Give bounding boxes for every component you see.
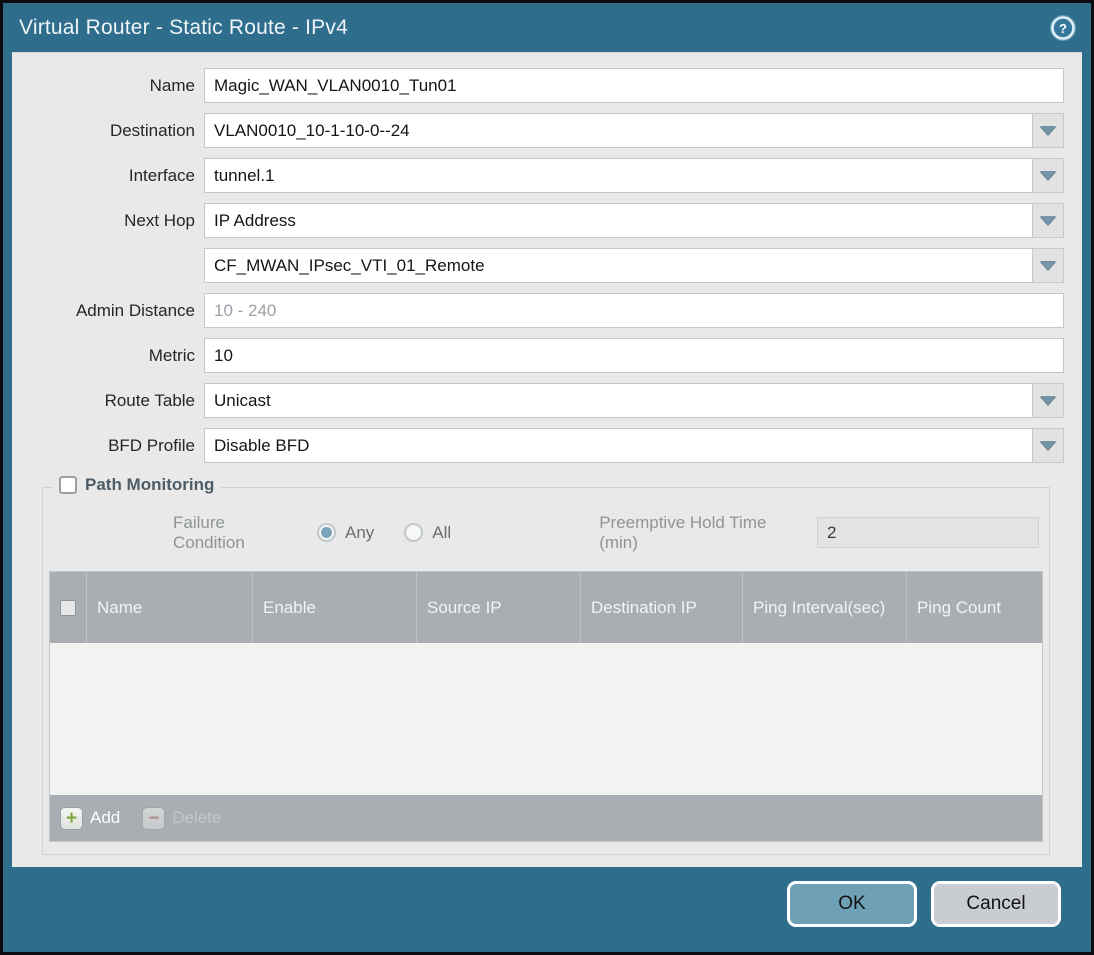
preemptive-hold-time-label: Preemptive Hold Time (min): [599, 512, 767, 552]
radio-all-label: All: [432, 522, 452, 542]
delete-button-label: Delete: [172, 808, 222, 827]
failure-condition-all-radio[interactable]: All: [404, 523, 451, 543]
table-body-empty: [50, 643, 1042, 795]
form-row-metric: Metric: [16, 338, 1064, 373]
bfd-profile-label: BFD Profile: [108, 435, 195, 455]
path-monitoring-checkbox[interactable]: [59, 476, 77, 494]
dialog-window: Virtual Router - Static Route - IPv4 ? N…: [0, 0, 1094, 955]
next-hop-label: Next Hop: [124, 210, 195, 230]
interface-input[interactable]: [204, 158, 1033, 193]
interface-dropdown-button[interactable]: [1033, 158, 1064, 193]
path-monitoring-table: Name Enable Source IP Destination IP Pin…: [49, 571, 1043, 842]
next-hop-dropdown-button[interactable]: [1033, 203, 1064, 238]
title-bar: Virtual Router - Static Route - IPv4 ?: [3, 3, 1091, 52]
path-monitoring-group: Path Monitoring Failure Condition Any Al…: [42, 475, 1050, 855]
dialog-content: Name Destination Interface: [12, 52, 1082, 867]
failure-condition-label: Failure Condition: [173, 512, 245, 552]
name-input[interactable]: [204, 68, 1064, 103]
next-hop-address-dropdown-button[interactable]: [1033, 248, 1064, 283]
chevron-down-icon: [1040, 216, 1056, 225]
column-header-enable: Enable: [252, 572, 416, 643]
admin-distance-input[interactable]: [204, 293, 1064, 328]
form-row-next-hop: Next Hop: [16, 203, 1064, 238]
destination-label: Destination: [109, 120, 195, 140]
route-table-label: Route Table: [104, 390, 195, 410]
metric-label: Metric: [148, 345, 195, 365]
interface-label: Interface: [128, 165, 195, 185]
dialog-title: Virtual Router - Static Route - IPv4: [19, 15, 348, 39]
cancel-button[interactable]: Cancel: [931, 881, 1061, 927]
next-hop-type-input[interactable]: [204, 203, 1033, 238]
add-button-label: Add: [90, 808, 121, 827]
form-row-destination: Destination: [16, 113, 1064, 148]
form-row-bfd-profile: BFD Profile: [16, 428, 1064, 463]
table-header: Name Enable Source IP Destination IP Pin…: [50, 572, 1042, 643]
column-header-source-ip: Source IP: [416, 572, 580, 643]
dialog-footer: OK Cancel: [3, 867, 1091, 952]
dialog-chrome: Virtual Router - Static Route - IPv4 ? N…: [3, 3, 1091, 952]
destination-input[interactable]: [204, 113, 1033, 148]
bfd-profile-input[interactable]: [204, 428, 1033, 463]
path-monitoring-legend: Path Monitoring: [52, 475, 222, 495]
column-header-name: Name: [86, 572, 252, 643]
form-row-name: Name: [16, 68, 1064, 103]
preemptive-hold-time-input[interactable]: [817, 517, 1039, 548]
bfd-profile-dropdown-button[interactable]: [1033, 428, 1064, 463]
table-header-select-cell: [50, 572, 86, 643]
chevron-down-icon: [1040, 126, 1056, 135]
name-label: Name: [149, 75, 195, 95]
radio-any-label: Any: [344, 522, 375, 542]
add-button[interactable]: + Add: [60, 806, 121, 830]
route-table-dropdown-button[interactable]: [1033, 383, 1064, 418]
metric-input[interactable]: [204, 338, 1064, 373]
delete-button[interactable]: − Delete: [142, 806, 222, 830]
help-icon[interactable]: ?: [1049, 14, 1077, 42]
path-monitoring-title: Path Monitoring: [85, 475, 215, 494]
chevron-down-icon: [1040, 171, 1056, 180]
form-row-next-hop-address: [16, 248, 1064, 283]
route-table-input[interactable]: [204, 383, 1033, 418]
column-header-ping-interval: Ping Interval(sec): [742, 572, 906, 643]
chevron-down-icon: [1040, 441, 1056, 450]
minus-icon: −: [142, 806, 166, 830]
next-hop-address-input[interactable]: [204, 248, 1033, 283]
table-toolbar: + Add − Delete: [50, 795, 1042, 841]
destination-dropdown-button[interactable]: [1033, 113, 1064, 148]
radio-unselected-icon: [404, 523, 424, 542]
plus-icon: +: [60, 806, 83, 830]
svg-text:?: ?: [1059, 21, 1067, 36]
admin-distance-label: Admin Distance: [75, 300, 195, 320]
radio-selected-icon: [316, 523, 336, 542]
column-header-ping-count: Ping Count: [906, 572, 1042, 643]
chevron-down-icon: [1040, 396, 1056, 405]
ok-button[interactable]: OK: [787, 881, 917, 927]
form-row-route-table: Route Table: [16, 383, 1064, 418]
form-row-admin-distance: Admin Distance: [16, 293, 1064, 328]
chevron-down-icon: [1040, 261, 1056, 270]
form-row-interface: Interface: [16, 158, 1064, 193]
failure-condition-row: Failure Condition Any All Preemptive Hol…: [53, 513, 1039, 552]
failure-condition-any-radio[interactable]: Any: [316, 522, 375, 543]
column-header-destination-ip: Destination IP: [580, 572, 742, 643]
select-all-checkbox[interactable]: [60, 599, 76, 616]
